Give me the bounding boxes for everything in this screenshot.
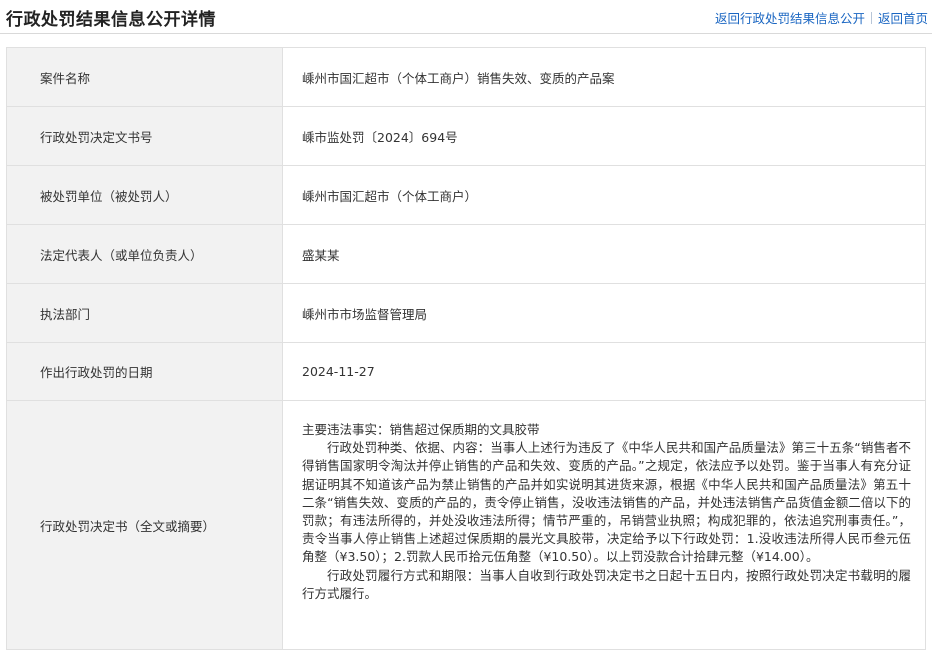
- page-title: 行政处罚结果信息公开详情: [6, 10, 216, 30]
- table-row-penalized-party: 被处罚单位（被处罚人） 嵊州市国汇超市（个体工商户）: [6, 166, 926, 225]
- decision-text: 主要违法事实：销售超过保质期的文具胶带 行政处罚种类、依据、内容：当事人上述行为…: [283, 401, 926, 649]
- row-label: 作出行政处罚的日期: [6, 343, 283, 400]
- decision-facts: 主要违法事实：销售超过保质期的文具胶带: [302, 422, 540, 437]
- row-value: 嵊州市市场监督管理局: [283, 284, 926, 342]
- back-to-list-link[interactable]: 返回行政处罚结果信息公开: [715, 8, 865, 27]
- row-value: 嵊州市国汇超市（个体工商户）销售失效、变质的产品案: [283, 48, 926, 106]
- decision-basis: 行政处罚种类、依据、内容：当事人上述行为违反了《中华人民共和国产品质量法》第三十…: [302, 440, 911, 565]
- page-header: 行政处罚结果信息公开详情 返回行政处罚结果信息公开 返回首页: [0, 0, 932, 34]
- header-links: 返回行政处罚结果信息公开 返回首页: [715, 8, 928, 27]
- link-divider: [870, 11, 872, 24]
- row-label: 案件名称: [6, 48, 283, 106]
- row-label: 行政处罚决定书（全文或摘要）: [6, 401, 283, 649]
- table-row-case-name: 案件名称 嵊州市国汇超市（个体工商户）销售失效、变质的产品案: [6, 48, 926, 107]
- table-row-enforcement-department: 执法部门 嵊州市市场监督管理局: [6, 284, 926, 343]
- table-row-decision-date: 作出行政处罚的日期 2024-11-27: [6, 343, 926, 401]
- row-value: 嵊市监处罚〔2024〕694号: [283, 107, 926, 165]
- decision-fulfillment: 行政处罚履行方式和期限：当事人自收到行政处罚决定书之日起十五日内，按照行政处罚决…: [302, 567, 911, 601]
- row-label: 被处罚单位（被处罚人）: [6, 166, 283, 224]
- row-value: 嵊州市国汇超市（个体工商户）: [283, 166, 926, 224]
- row-value: 2024-11-27: [283, 343, 926, 400]
- table-row-decision-document: 行政处罚决定书（全文或摘要） 主要违法事实：销售超过保质期的文具胶带 行政处罚种…: [6, 401, 926, 650]
- detail-table: 案件名称 嵊州市国汇超市（个体工商户）销售失效、变质的产品案 行政处罚决定文书号…: [6, 47, 926, 650]
- back-to-home-link[interactable]: 返回首页: [878, 8, 928, 27]
- table-row-document-number: 行政处罚决定文书号 嵊市监处罚〔2024〕694号: [6, 107, 926, 166]
- row-label: 法定代表人（或单位负责人）: [6, 225, 283, 283]
- table-row-legal-representative: 法定代表人（或单位负责人） 盛某某: [6, 225, 926, 284]
- row-label: 行政处罚决定文书号: [6, 107, 283, 165]
- row-value: 盛某某: [283, 225, 926, 283]
- row-label: 执法部门: [6, 284, 283, 342]
